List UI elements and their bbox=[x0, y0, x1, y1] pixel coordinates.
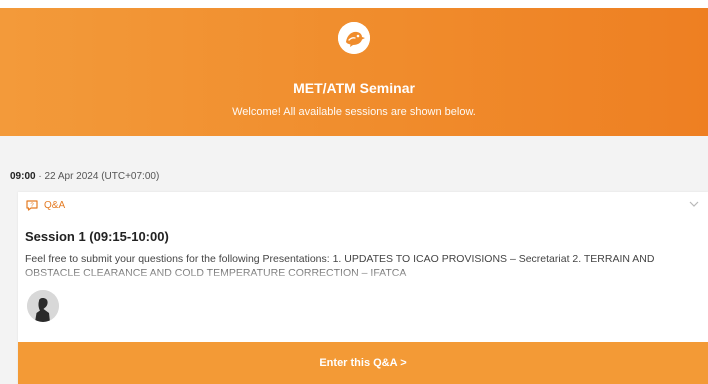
session-title: Session 1 (09:15-10:00) bbox=[25, 229, 169, 244]
event-header: MET/ATM Seminar Welcome! All available s… bbox=[0, 8, 708, 136]
top-strip bbox=[0, 0, 708, 8]
chevron-down-icon[interactable] bbox=[688, 198, 700, 210]
qa-tag: ? Q&A bbox=[26, 200, 65, 211]
session-description: Feel free to submit your questions for t… bbox=[25, 252, 701, 282]
bird-logo-icon bbox=[338, 22, 370, 54]
avatar-icon bbox=[27, 290, 59, 322]
description-fade bbox=[25, 264, 701, 282]
session-time: 09:00 bbox=[10, 171, 36, 182]
session-datetime: 09:00 · 22 Apr 2024 (UTC+07:00) bbox=[10, 171, 159, 182]
event-subtitle: Welcome! All available sessions are show… bbox=[232, 106, 476, 118]
separator: · bbox=[38, 171, 42, 182]
event-title: MET/ATM Seminar bbox=[293, 80, 415, 96]
qa-label: Q&A bbox=[44, 200, 66, 211]
qa-icon: ? bbox=[26, 200, 38, 211]
enter-qa-button[interactable]: Enter this Q&A > bbox=[18, 342, 708, 384]
session-card[interactable]: ? Q&A Session 1 (09:15-10:00) Feel free … bbox=[18, 192, 708, 384]
session-date: 22 Apr 2024 (UTC+07:00) bbox=[44, 171, 160, 182]
